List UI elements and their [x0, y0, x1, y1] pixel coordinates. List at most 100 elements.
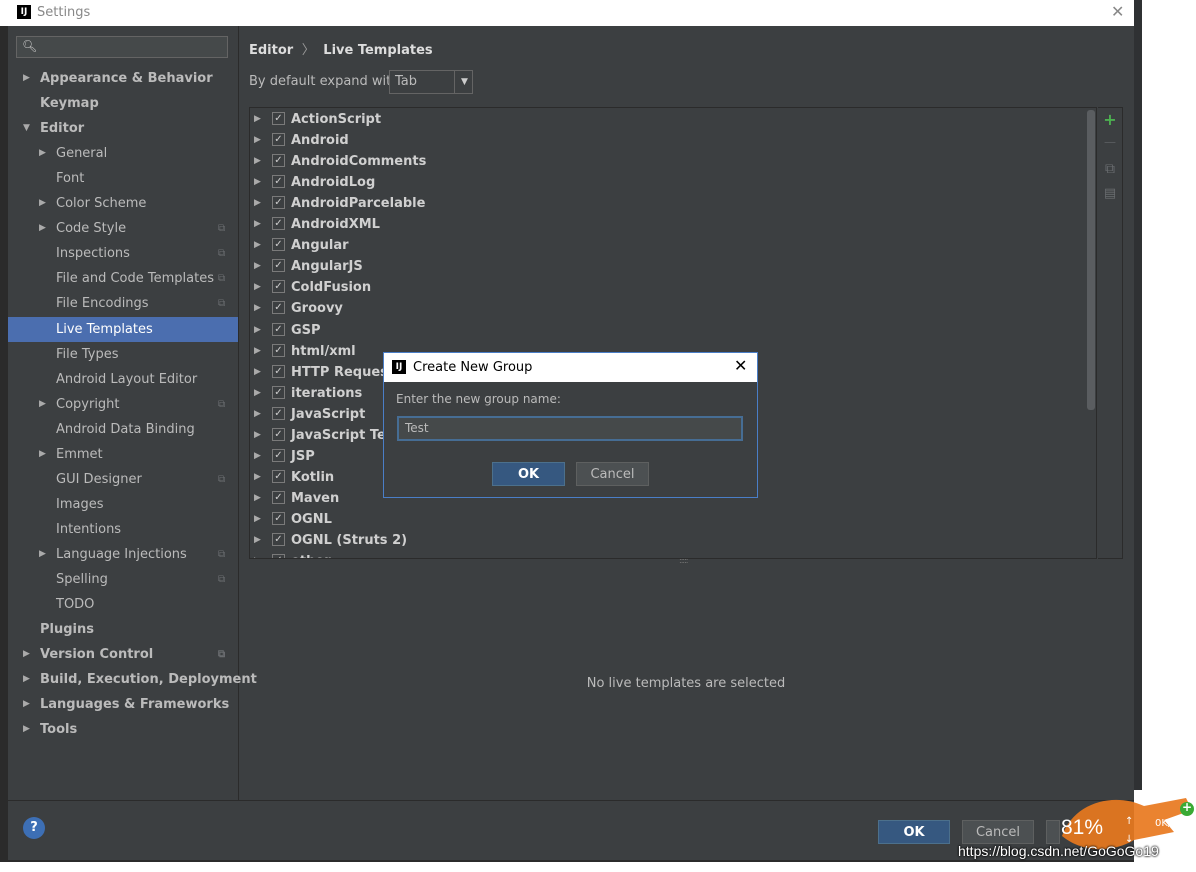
sidebar-item[interactable]: ▶ Tools	[8, 717, 238, 742]
template-group-checkbox[interactable]: ✓	[272, 406, 285, 420]
chevron-right-icon[interactable]: ▶	[39, 542, 46, 567]
sidebar-item[interactable]: TODO	[8, 592, 238, 617]
template-group-checkbox[interactable]: ✓	[272, 511, 285, 525]
template-group-checkbox[interactable]: ✓	[272, 322, 285, 336]
group-name-input[interactable]: Test	[397, 416, 743, 441]
chevron-right-icon[interactable]: ▶	[23, 642, 30, 667]
template-group-checkbox[interactable]: ✓	[272, 133, 285, 147]
sidebar-item[interactable]: Android Layout Editor	[8, 367, 238, 392]
template-group-checkbox[interactable]: ✓	[272, 385, 285, 399]
sidebar-item[interactable]: Inspections ⧉	[8, 241, 238, 266]
remove-icon[interactable]: —	[1103, 135, 1117, 149]
chevron-right-icon[interactable]: ▶	[23, 717, 30, 742]
window-close-icon[interactable]: ✕	[1111, 2, 1124, 21]
template-group-checkbox[interactable]: ✓	[272, 196, 285, 210]
chevron-right-icon[interactable]: ▶	[254, 362, 261, 383]
template-group-checkbox[interactable]: ✓	[272, 301, 285, 315]
close-icon[interactable]: ✕	[734, 356, 747, 375]
chevron-right-icon[interactable]: ▶	[23, 66, 30, 91]
chevron-right-icon[interactable]: ▶	[254, 341, 261, 362]
template-group-checkbox[interactable]: ✓	[272, 280, 285, 294]
chevron-right-icon[interactable]: ▶	[254, 383, 261, 404]
chevron-right-icon[interactable]: ▶	[254, 109, 261, 130]
template-group-checkbox[interactable]: ✓	[272, 448, 285, 462]
chevron-right-icon[interactable]: ▶	[254, 530, 261, 551]
create-group-cancel-button[interactable]: Cancel	[576, 462, 649, 486]
sidebar-item[interactable]: ▶ Color Scheme	[8, 191, 238, 216]
template-group-checkbox[interactable]: ✓	[272, 364, 285, 378]
sidebar-item[interactable]: Spelling ⧉	[8, 567, 238, 592]
sidebar-item[interactable]: ▶ Emmet	[8, 442, 238, 467]
template-group-checkbox[interactable]: ✓	[272, 154, 285, 168]
chevron-right-icon[interactable]: ▶	[39, 442, 46, 467]
sidebar-item[interactable]: GUI Designer ⧉	[8, 467, 238, 492]
sidebar-item[interactable]: Live Templates	[8, 316, 238, 342]
sidebar-item[interactable]: File and Code Templates ⧉	[8, 266, 238, 291]
sidebar-item[interactable]: ▶ Languages & Frameworks	[8, 692, 238, 717]
panel-splitter[interactable]: :::::	[249, 557, 1123, 565]
template-group-checkbox[interactable]: ✓	[272, 259, 285, 273]
sidebar-item[interactable]: Font	[8, 166, 238, 191]
sidebar-item[interactable]: Images	[8, 492, 238, 517]
chevron-right-icon[interactable]: ▶	[254, 298, 261, 319]
template-group-checkbox[interactable]: ✓	[272, 533, 285, 546]
chevron-right-icon[interactable]: ▶	[39, 141, 46, 166]
chevron-right-icon[interactable]: ▶	[254, 277, 261, 298]
sidebar-item[interactable]: ▶ Language Injections ⧉	[8, 542, 238, 567]
chevron-right-icon[interactable]: ▶	[254, 151, 261, 172]
chevron-right-icon[interactable]: ▶	[254, 404, 261, 425]
template-group-checkbox[interactable]: ✓	[272, 175, 285, 189]
plus-icon: +	[1182, 800, 1193, 814]
chevron-right-icon[interactable]: ▶	[254, 256, 261, 277]
chevron-right-icon[interactable]: ▶	[39, 392, 46, 417]
sidebar-item[interactable]: File Types	[8, 342, 238, 367]
chevron-right-icon[interactable]: ▶	[254, 425, 261, 446]
list-scrollbar[interactable]	[1087, 110, 1095, 410]
chevron-right-icon[interactable]: ▶	[254, 488, 261, 509]
chevron-right-icon[interactable]: ▶	[254, 193, 261, 214]
chevron-right-icon[interactable]: ▶	[254, 509, 261, 530]
sidebar-item[interactable]: ▼ Editor	[8, 116, 238, 141]
template-group-checkbox[interactable]: ✓	[272, 343, 285, 357]
cancel-button[interactable]: Cancel	[962, 820, 1034, 844]
template-group-checkbox[interactable]: ✓	[272, 238, 285, 252]
sidebar-item[interactable]: ▶ Appearance & Behavior	[8, 66, 238, 91]
create-group-ok-button[interactable]: OK	[492, 462, 565, 486]
add-icon[interactable]: +	[1103, 110, 1117, 129]
sidebar-item[interactable]: Keymap	[8, 91, 238, 116]
sidebar-item[interactable]: Intentions	[8, 517, 238, 542]
template-group-checkbox[interactable]: ✓	[272, 217, 285, 231]
chevron-right-icon[interactable]: ▶	[254, 467, 261, 488]
sidebar-item[interactable]: ▶ Code Style ⧉	[8, 216, 238, 241]
chevron-right-icon[interactable]: ▶	[23, 692, 30, 717]
sidebar-item[interactable]: Plugins	[8, 617, 238, 642]
sidebar-item[interactable]: ▶ Copyright ⧉	[8, 392, 238, 417]
template-group-checkbox[interactable]: ✓	[272, 112, 285, 125]
sidebar-item[interactable]: ▶ Version Control ⧉	[8, 642, 238, 667]
help-button[interactable]: ?	[23, 817, 45, 839]
chevron-right-icon[interactable]: ▶	[23, 667, 30, 692]
ok-button[interactable]: OK	[878, 820, 950, 844]
chevron-right-icon[interactable]: ▶	[39, 216, 46, 241]
chevron-right-icon[interactable]: ▶	[254, 214, 261, 235]
copy-icon[interactable]: ⧉	[1103, 161, 1117, 177]
sidebar-item[interactable]: ▶ General	[8, 141, 238, 166]
chevron-right-icon[interactable]: ▶	[254, 320, 261, 341]
sidebar-item[interactable]: Android Data Binding	[8, 417, 238, 442]
restore-defaults-icon[interactable]: ▤	[1103, 186, 1117, 201]
chevron-down-icon[interactable]: ▼	[23, 116, 30, 141]
sidebar-item[interactable]: File Encodings ⧉	[8, 291, 238, 316]
settings-search-input[interactable]: 🔍︎	[16, 36, 228, 58]
template-group-checkbox[interactable]: ✓	[272, 469, 285, 483]
chevron-right-icon[interactable]: ▶	[254, 446, 261, 467]
template-group-checkbox[interactable]: ✓	[272, 490, 285, 504]
chevron-right-icon[interactable]: ▶	[254, 172, 261, 193]
chevron-right-icon[interactable]: ▶	[254, 235, 261, 256]
chevron-right-icon[interactable]: ▶	[39, 191, 46, 216]
chevron-right-icon[interactable]: ▶	[254, 551, 261, 558]
breadcrumb-editor[interactable]: Editor	[249, 43, 293, 58]
template-group-checkbox[interactable]: ✓	[272, 427, 285, 441]
expand-with-select[interactable]: Tab ▼	[389, 70, 473, 94]
sidebar-item[interactable]: ▶ Build, Execution, Deployment	[8, 667, 257, 692]
chevron-right-icon[interactable]: ▶	[254, 130, 261, 151]
